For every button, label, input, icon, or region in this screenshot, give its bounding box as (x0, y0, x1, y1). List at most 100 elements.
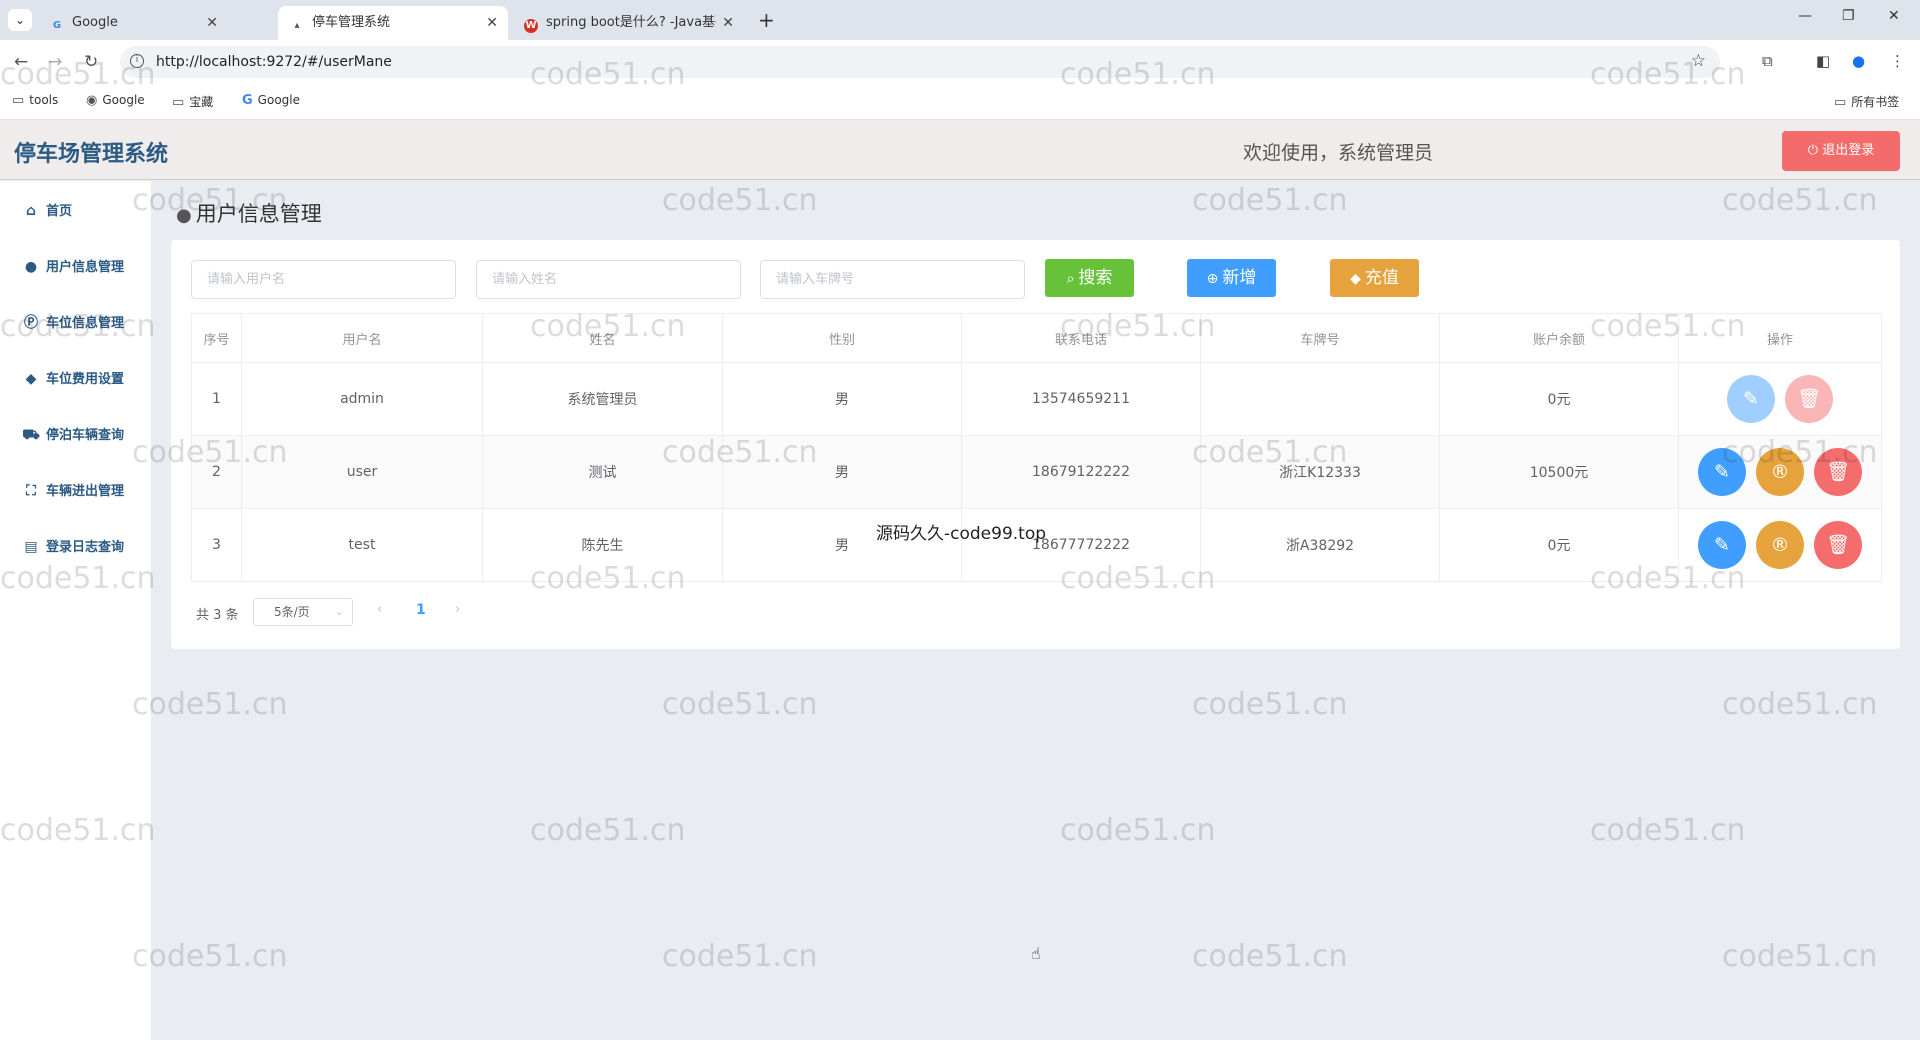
app-title: 停车场管理系统 (14, 142, 169, 167)
log-icon: ▤ (24, 539, 38, 555)
watermark-text: code51.cn (1192, 687, 1348, 722)
bookmark-google-2[interactable]: G Google (242, 93, 300, 108)
sidebar-item-home[interactable]: ⌂ 首页 (20, 200, 72, 224)
cell-username: admin (241, 362, 483, 436)
close-tab-icon[interactable]: ✕ (206, 6, 218, 40)
recharge-icon[interactable]: ® (1756, 521, 1804, 569)
watermark-text: code51.cn (662, 183, 818, 218)
recharge-button[interactable]: ◆ 充值 (1330, 259, 1419, 297)
bookmark-label: tools (29, 93, 59, 107)
next-page-icon[interactable]: › (455, 602, 460, 617)
column-header: 序号 (191, 313, 242, 363)
all-bookmarks[interactable]: ▭ 所有书签 (1834, 93, 1899, 110)
close-tab-icon[interactable]: ✕ (486, 6, 498, 40)
bookmarks-bar: ▭ tools ◉ Google ▭ 宝藏 G Google ▭ 所有书签 (0, 84, 1920, 120)
sidebar-item-parked-vehicles[interactable]: ⛟ 停泊车辆查询 (20, 424, 124, 448)
bookmark-label: Google (257, 93, 300, 107)
search-button-label: 搜索 (1078, 268, 1113, 288)
delete-icon[interactable]: 🗑 (1814, 448, 1862, 496)
cell-plate (1200, 362, 1440, 436)
new-tab-icon[interactable]: + (758, 6, 775, 34)
add-button[interactable]: ⊕ 新增 (1187, 259, 1276, 297)
tab-parking-system[interactable]: ▴ 停车管理系统 ✕ (278, 6, 508, 40)
reload-icon[interactable]: ↻ (84, 52, 98, 72)
sidebar-item-label: 登录日志查询 (46, 540, 125, 555)
page-size-select[interactable]: 5条/页 ⌄ (253, 598, 353, 626)
cell-actions: ✎ ® 🗑 (1678, 435, 1882, 509)
tab-label: Google (72, 15, 118, 30)
username-search-input[interactable] (191, 260, 456, 299)
sidebar-item-parking-space[interactable]: Ⓟ 车位信息管理 (20, 312, 124, 336)
tab-google[interactable]: G Google ✕ (38, 6, 228, 40)
delete-icon[interactable]: 🗑 (1785, 375, 1833, 423)
user-icon: ● (176, 205, 192, 226)
folder-icon: ▭ (1834, 95, 1847, 110)
bookmark-star-icon[interactable]: ☆ (1691, 51, 1706, 71)
cell-phone: 18679122222 (961, 435, 1201, 509)
plus-circle-icon: ⊕ (1206, 271, 1219, 287)
sidebar-item-label: 首页 (46, 204, 73, 219)
site-info-icon[interactable]: i (130, 54, 144, 68)
tab-search-icon[interactable]: ⌄ (8, 9, 32, 31)
watermark-text: code51.cn (530, 813, 686, 848)
minimize-icon[interactable]: — (1798, 8, 1812, 24)
logout-button[interactable]: ⏻ 退出登录 (1782, 131, 1900, 171)
cell-actions: ✎ ® 🗑 (1678, 508, 1882, 582)
bookmark-tools[interactable]: ▭ tools (12, 93, 58, 108)
close-tab-icon[interactable]: ✕ (722, 6, 734, 40)
watermark-text: code51.cn (132, 939, 288, 974)
tab-spring-boot[interactable]: Wspring boot是什么? -Java基础 ✕ (512, 6, 744, 40)
extensions-icon[interactable]: ⧉ (1762, 52, 1773, 70)
sidebar-item-label: 车位信息管理 (46, 316, 125, 331)
cell-balance: 0元 (1439, 362, 1679, 436)
menu-icon[interactable]: ⋮ (1890, 52, 1905, 70)
name-search-input[interactable] (476, 260, 741, 299)
home-icon: ⌂ (25, 203, 37, 219)
watermark-text: code51.cn (662, 687, 818, 722)
app-favicon-icon: ▴ (294, 20, 300, 31)
scan-icon: ⛶ (26, 483, 36, 499)
recharge-button-label: 充值 (1364, 268, 1399, 288)
sidebar-item-login-log[interactable]: ▤ 登录日志查询 (20, 536, 124, 560)
overlay-watermark: 源码久久-code99.top (876, 524, 1047, 544)
column-header: 用户名 (241, 313, 483, 363)
sidebar-item-label: 车位费用设置 (46, 372, 125, 387)
side-panel-icon[interactable]: ◧ (1816, 52, 1830, 70)
watermark-text: code51.cn (1060, 813, 1216, 848)
bookmark-label: Google (102, 93, 145, 107)
cell-gender: 男 (722, 435, 962, 509)
profile-icon[interactable]: ● (1852, 52, 1865, 70)
edit-icon[interactable]: ✎ (1698, 448, 1746, 496)
bookmark-treasure[interactable]: ▭ 宝藏 (172, 93, 213, 110)
welcome-text: 欢迎使用，系统管理员 (1243, 142, 1434, 164)
search-button[interactable]: ⌕ 搜索 (1045, 259, 1134, 297)
plate-search-input[interactable] (760, 260, 1025, 299)
watermark-text: code51.cn (1722, 939, 1878, 974)
sidebar-item-vehicle-entry-exit[interactable]: ⛶ 车辆进出管理 (20, 480, 124, 504)
browser-tabbar: ⌄ G Google ✕ ▴ 停车管理系统 ✕ Wspring boot是什么? -… (0, 0, 1920, 40)
app-header: 停车场管理系统 欢迎使用，系统管理员 ⏻ 退出登录 (0, 120, 1920, 180)
pagination-total: 共 3 条 (196, 608, 239, 623)
column-header: 操作 (1678, 313, 1882, 363)
back-icon[interactable]: ← (14, 52, 28, 72)
edit-icon[interactable]: ✎ (1698, 521, 1746, 569)
cell-actions: ✎ 🗑 (1678, 362, 1882, 436)
prev-page-icon[interactable]: ‹ (377, 602, 382, 617)
bookmark-google-1[interactable]: ◉ Google (86, 93, 145, 108)
restore-icon[interactable]: ❐ (1842, 8, 1855, 24)
close-window-icon[interactable]: ✕ (1888, 8, 1900, 24)
column-header: 车牌号 (1200, 313, 1440, 363)
page-number[interactable]: 1 (416, 602, 426, 618)
tag-icon: ◆ (1350, 271, 1361, 287)
sidebar-item-user-info[interactable]: ● 用户信息管理 (20, 256, 124, 280)
delete-icon[interactable]: 🗑 (1814, 521, 1862, 569)
tab-label: 停车管理系统 (312, 15, 391, 30)
recharge-icon[interactable]: ® (1756, 448, 1804, 496)
sidebar-item-fee-settings[interactable]: ◆ 车位费用设置 (20, 368, 124, 392)
forward-icon[interactable]: → (48, 52, 62, 72)
omnibox[interactable]: i http://localhost:9272/#/userMane ☆ (120, 46, 1720, 78)
edit-icon[interactable]: ✎ (1727, 375, 1775, 423)
cell-balance: 0元 (1439, 508, 1679, 582)
url-text[interactable]: http://localhost:9272/#/userMane (156, 46, 392, 78)
bookmark-label: 宝藏 (189, 95, 214, 109)
